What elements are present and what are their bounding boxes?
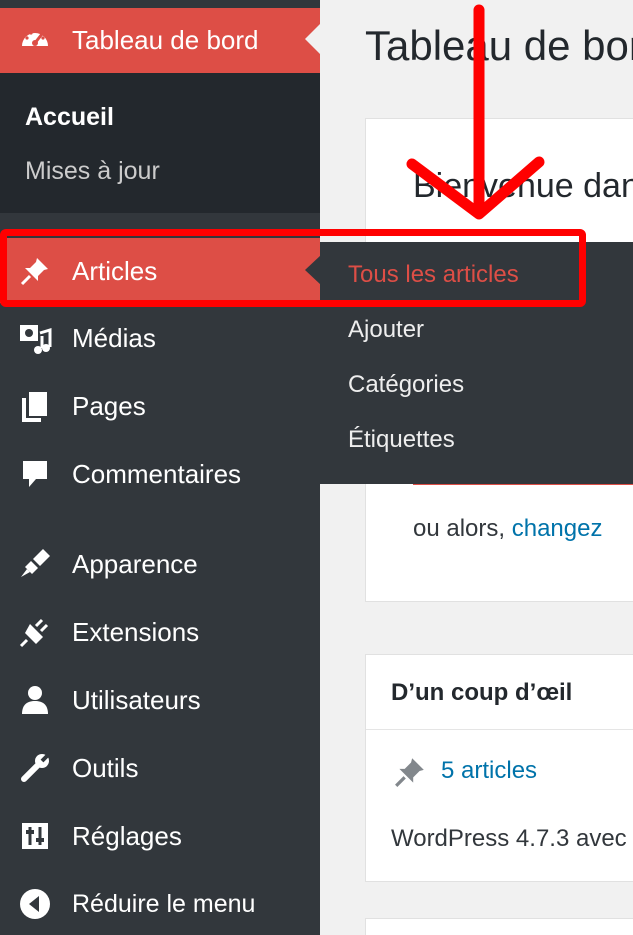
menu-dashboard-label: Tableau de bord (72, 25, 259, 55)
submenu-accueil[interactable]: Accueil (25, 103, 114, 132)
menu-pages-label: Pages (72, 391, 146, 421)
menu-commentaires-label: Commentaires (72, 459, 242, 489)
pushpin-icon (393, 755, 427, 794)
articles-count-link[interactable]: 5 articles (441, 757, 537, 785)
menu-reglages-label: Réglages (72, 821, 182, 851)
menu-dashboard[interactable]: Tableau de bord (0, 8, 320, 73)
menu-commentaires[interactable]: Commentaires (0, 442, 320, 504)
menu-utilisateurs[interactable]: Utilisateurs (0, 668, 320, 730)
welcome-text: ou alors, changez (413, 515, 602, 543)
submenu-mises-a-jour[interactable]: Mises à jour (25, 157, 160, 186)
change-theme-link[interactable]: changez (512, 515, 603, 542)
user-icon (18, 683, 52, 717)
paintbrush-icon (18, 547, 52, 581)
menu-outils-label: Outils (72, 753, 139, 783)
menu-pages[interactable]: Pages (0, 374, 320, 436)
wrench-icon (18, 751, 52, 785)
menu-medias[interactable]: Médias (0, 306, 320, 368)
glance-header: D’un coup d’œil (391, 679, 573, 706)
menu-reduire[interactable]: Réduire le menu (0, 872, 320, 934)
page-title: Tableau de bord (365, 22, 633, 69)
flyout-categories[interactable]: Catégories (348, 371, 464, 399)
menu-utilisateurs-label: Utilisateurs (72, 685, 201, 715)
current-page-arrow (305, 23, 321, 55)
welcome-text-prefix: ou alors, (413, 515, 506, 542)
menu-apparence-label: Apparence (72, 549, 198, 579)
plugin-icon (18, 615, 52, 649)
dashboard-gauge-icon (18, 23, 52, 57)
glance-divider (366, 729, 633, 730)
menu-reglages[interactable]: Réglages (0, 804, 320, 866)
at-a-glance-panel: D’un coup d’œil 5 articles WordPress 4.7… (365, 654, 633, 882)
pages-icon (18, 389, 52, 423)
menu-extensions[interactable]: Extensions (0, 600, 320, 662)
admin-sidebar: Tableau de bord Accueil Mises à jour Art… (0, 0, 321, 935)
flyout-etiquettes[interactable]: Étiquettes (348, 426, 455, 454)
menu-apparence[interactable]: Apparence (0, 532, 320, 594)
menu-medias-label: Médias (72, 323, 156, 353)
welcome-title: Bienvenue dans WordPress (413, 167, 633, 205)
media-icon (18, 321, 52, 355)
annotation-highlight-box (0, 229, 586, 307)
menu-reduire-label: Réduire le menu (72, 890, 256, 918)
menu-outils[interactable]: Outils (0, 736, 320, 798)
dashboard-submenu: Accueil Mises à jour (0, 73, 320, 213)
settings-sliders-icon (18, 819, 52, 853)
menu-extensions-label: Extensions (72, 617, 200, 647)
wordpress-version-text: WordPress 4.7.3 avec le thème (391, 825, 633, 852)
collapse-arrow-icon (18, 887, 52, 921)
flyout-ajouter[interactable]: Ajouter (348, 316, 424, 344)
comment-icon (18, 457, 52, 491)
next-panel (365, 918, 633, 935)
